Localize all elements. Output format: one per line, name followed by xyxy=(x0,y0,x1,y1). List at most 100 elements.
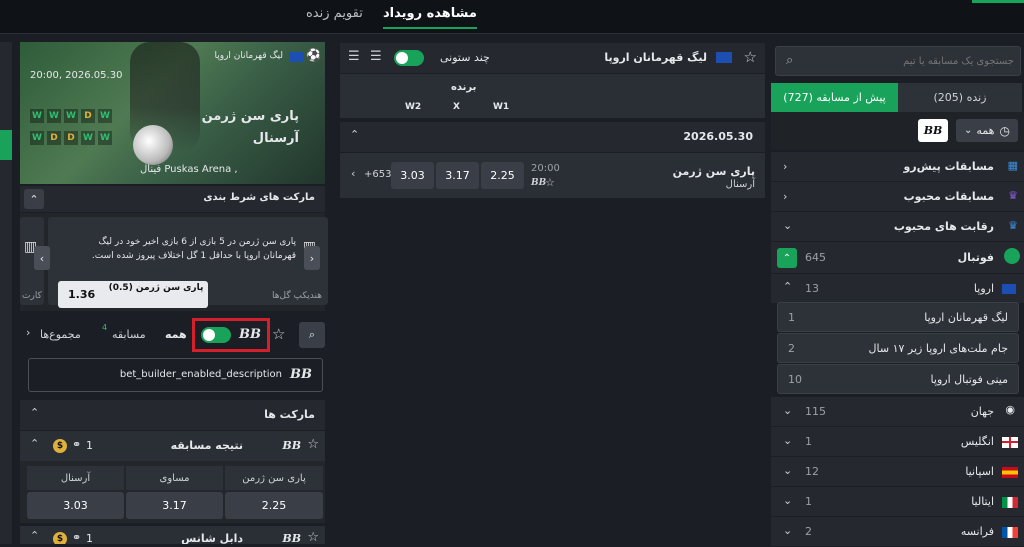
region-europe[interactable]: ⌃ 13 اروپا xyxy=(771,274,1024,304)
globe-icon: ◉ xyxy=(1005,403,1015,416)
tab-live-calendar[interactable]: تقویم زنده xyxy=(306,6,363,21)
nav-item-upcoming[interactable]: › مسابقات پیش‌رو ▦ xyxy=(771,152,1024,182)
selection-label: مساوی xyxy=(126,466,223,490)
nav-item-popular-matches[interactable]: › مسابقات محبوب ♛ xyxy=(771,182,1024,212)
market-filter-row: ⌕ ☆ BB همه مسابقه 4 مجموع‌ها › xyxy=(20,318,325,352)
chevron-right-icon: › xyxy=(309,251,315,265)
handicap-selection: پاری سن ژرمن (0.5) xyxy=(108,283,204,293)
search-box[interactable]: ⌕ xyxy=(775,46,1021,76)
selection-label: آرسنال xyxy=(27,466,124,490)
collapse-all-icon[interactable]: ☰ xyxy=(370,49,382,64)
odd-draw[interactable]: 3.17 xyxy=(126,492,223,519)
carousel-next-button[interactable]: › xyxy=(304,246,320,270)
eu-flag-icon xyxy=(1002,284,1016,294)
country-item[interactable]: ⌄ 12 اسپانیا xyxy=(771,457,1024,487)
chevron-right-icon[interactable]: › xyxy=(26,326,30,339)
league-item[interactable]: 10 مینی فوتبال اروپا xyxy=(777,364,1019,394)
more-markets-count[interactable]: +653 xyxy=(364,169,391,180)
search-icon: ⌕ xyxy=(308,328,316,341)
chevron-left-icon[interactable]: ‹ xyxy=(351,167,355,180)
country-item[interactable]: ⌄ 2 فرانسه xyxy=(771,517,1024,547)
form-badge: W xyxy=(98,131,112,145)
football-icon xyxy=(1004,248,1020,264)
league-count: 10 xyxy=(788,373,802,386)
country-item[interactable]: ⌄ 1 انگلیس xyxy=(771,427,1024,457)
chevron-down-icon: ⌄ xyxy=(783,434,793,447)
star-icon[interactable]: ☆ xyxy=(545,176,555,189)
market-result-header[interactable]: ⌃ $ ⚭ 1 نتیجه مسابقه BB ☆ xyxy=(20,431,325,461)
league-item[interactable]: 1 لیگ قهرمانان اروپا xyxy=(777,302,1019,332)
bet-builder-icon: BB xyxy=(282,439,301,452)
col-w2: W2 xyxy=(405,102,422,112)
handicap-bet-button[interactable]: 1.36 پاری سن ژرمن (0.5) xyxy=(58,281,208,308)
odd-w1[interactable]: 2.25 xyxy=(481,162,524,189)
star-icon[interactable]: ☆ xyxy=(307,437,319,452)
filter-tab-all[interactable]: همه xyxy=(165,328,187,341)
league-label: لیگ قهرمانان اروپا xyxy=(924,311,1008,324)
nav-item-popular-competitions[interactable]: ⌄ رقابت های محبوب ♛ xyxy=(771,212,1024,242)
top-bar: مشاهده رویداد تقویم زنده xyxy=(0,0,1024,34)
filter-all-dropdown[interactable]: ⌄ همه ◷ xyxy=(956,119,1018,142)
bet-builder-filter[interactable]: BB xyxy=(918,119,948,142)
banner-venue: فینال Puskas Arena , xyxy=(140,164,238,175)
france-flag-icon xyxy=(1002,527,1018,538)
country-count: 1 xyxy=(805,495,812,508)
country-item[interactable]: ⌄ 115 جهان ◉ xyxy=(771,397,1024,427)
odd-w2[interactable]: 3.03 xyxy=(391,162,434,189)
multi-column-toggle[interactable] xyxy=(394,50,424,66)
col-w1: W1 xyxy=(493,102,510,112)
region-label: اروپا xyxy=(973,282,994,295)
country-item[interactable]: ⌄ 1 ایتالیا xyxy=(771,487,1024,517)
search-button[interactable]: ⌕ xyxy=(299,322,325,348)
form-badge: W xyxy=(81,131,95,145)
markets-header[interactable]: ⌃ مارکت ها xyxy=(20,400,325,430)
odd-home[interactable]: 2.25 xyxy=(225,492,323,519)
form-badge: D xyxy=(64,131,78,145)
carousel-prev-button[interactable]: ‹ xyxy=(34,246,50,270)
search-input[interactable] xyxy=(804,51,1014,71)
country-label: اسپانیا xyxy=(965,465,994,478)
date-row[interactable]: ⌃ 2026.05.30 xyxy=(340,122,765,152)
chevron-up-icon: ⌃ xyxy=(30,437,40,450)
league-item[interactable]: 2 جام ملت‌های اروپا زیر ۱۷ سال xyxy=(777,333,1019,363)
chevron-down-icon: ⌄ xyxy=(783,524,793,537)
chevron-up-icon[interactable]: ⌃ xyxy=(777,248,797,268)
team1-name: پاری سن ژرمن xyxy=(672,165,755,178)
tab-prematch[interactable]: پیش از مسابقه (727) xyxy=(771,83,898,112)
ball-image xyxy=(133,125,173,165)
filter-tab-match[interactable]: مسابقه xyxy=(112,328,146,341)
tab-event-view[interactable]: مشاهده رویداد xyxy=(383,6,477,29)
bet-builder-icon: BB xyxy=(531,178,547,188)
sport-football[interactable]: ⌃ 645 فوتبال xyxy=(771,242,1024,274)
match-row[interactable]: پاری سن ژرمن آرسنال 20:00 BB ☆ 2.25 3.17… xyxy=(340,153,765,198)
market-double-chance-header[interactable]: ⌃ $ ⚭ 1 دابل شانس BB ☆ xyxy=(20,526,325,544)
link-icon: ⚭ xyxy=(72,438,82,451)
form-badge: W xyxy=(30,131,44,145)
chevron-down-icon: ⌄ xyxy=(964,125,973,136)
league-count: 1 xyxy=(788,311,795,324)
trophy-icon: ♛ xyxy=(1008,189,1018,202)
calendar-icon: ▦ xyxy=(1007,159,1018,172)
form-badge: D xyxy=(81,109,95,123)
promo-text: پاری سن ژرمن در 5 بازی از 6 بازی اخیر خو… xyxy=(91,237,296,261)
filter-tab-totals[interactable]: مجموع‌ها xyxy=(40,328,81,341)
link-icon: ⚭ xyxy=(72,531,82,544)
chevron-up-icon: ⌃ xyxy=(783,280,793,293)
star-icon[interactable]: ☆ xyxy=(272,325,285,343)
bet-builder-toggle[interactable] xyxy=(201,327,231,343)
expand-all-icon[interactable]: ☰ xyxy=(348,49,360,64)
winner-header: برنده W1 X W2 xyxy=(340,74,765,118)
form-badge: W xyxy=(64,109,78,123)
handicap-label: هندیکپ گل‌ها xyxy=(272,291,322,301)
odd-x[interactable]: 3.17 xyxy=(436,162,479,189)
tab-live[interactable]: زنده (205) xyxy=(898,83,1022,112)
handicap-odd: 1.36 xyxy=(68,288,96,301)
sport-count: 645 xyxy=(805,251,826,264)
chevron-up-icon[interactable]: ⌃ xyxy=(24,189,44,209)
betting-markets-header[interactable]: ⌃ مارکت های شرط بندی xyxy=(20,186,325,212)
star-icon[interactable]: ☆ xyxy=(307,530,319,544)
star-icon[interactable]: ☆ xyxy=(744,48,757,66)
odd-away[interactable]: 3.03 xyxy=(27,492,124,519)
chevron-down-icon: ⌄ xyxy=(783,494,793,507)
filter-match-count: 4 xyxy=(102,323,108,332)
